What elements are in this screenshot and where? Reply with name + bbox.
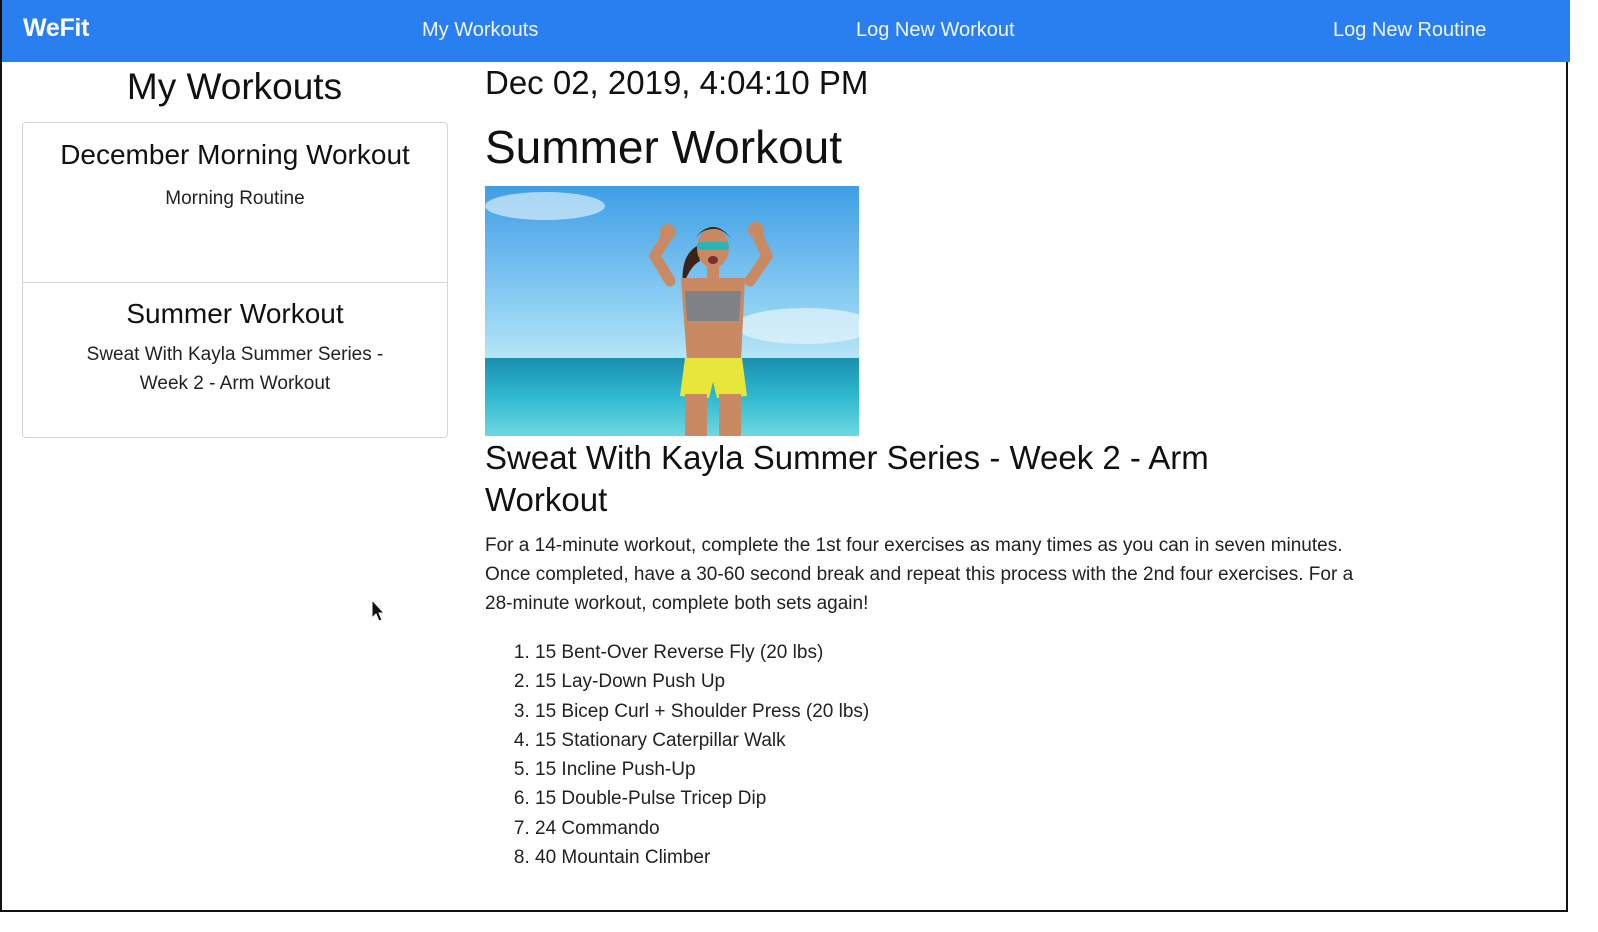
app-window: WeFit My Workouts Log New Workout Log Ne… [0,0,1570,912]
brand-logo[interactable]: WeFit [23,14,89,43]
workout-photo [485,186,859,436]
exercise-item: 15 Lay-Down Push Up [535,667,869,696]
exercise-item: 40 Mountain Climber [535,843,869,872]
workout-card-title: Summer Workout [126,298,344,329]
workout-card-routine: Sweat With Kayla Summer Series - Week 2 … [86,344,384,394]
workout-list: December Morning Workout Morning Routine… [22,122,448,438]
exercise-item: 15 Double-Pulse Tricep Dip [535,784,869,813]
navbar: WeFit My Workouts Log New Workout Log Ne… [2,0,1570,62]
exercise-list: 15 Bent-Over Reverse Fly (20 lbs) 15 Lay… [485,638,869,872]
beach-fitness-photo [485,186,859,436]
exercise-item: 24 Commando [535,814,869,843]
exercise-item: 15 Bicep Curl + Shoulder Press (20 lbs) [535,697,869,726]
routine-name: Sweat With Kayla Summer Series - Week 2 … [485,439,1209,518]
exercise-item: 15 Bent-Over Reverse Fly (20 lbs) [535,638,869,667]
workout-card-title: December Morning Workout [60,139,410,170]
workout-title: Summer Workout [485,121,843,173]
nav-my-workouts[interactable]: My Workouts [422,19,538,42]
exercise-item: 15 Stationary Caterpillar Walk [535,726,869,755]
workout-date: Dec 02, 2019, 4:04:10 PM [485,64,869,101]
nav-log-new-routine[interactable]: Log New Routine [1333,19,1486,42]
workout-card-routine: Morning Routine [165,188,305,209]
nav-log-new-workout[interactable]: Log New Workout [856,19,1015,42]
exercise-item: 15 Incline Push-Up [535,755,869,784]
sidebar-title: My Workouts [126,66,343,107]
mouse-cursor-icon [371,599,385,622]
workout-card[interactable]: Summer Workout Sweat With Kayla Summer S… [23,283,447,437]
routine-description: For a 14-minute workout, complete the 1s… [485,535,1354,614]
workout-card[interactable]: December Morning Workout Morning Routine [23,123,447,283]
